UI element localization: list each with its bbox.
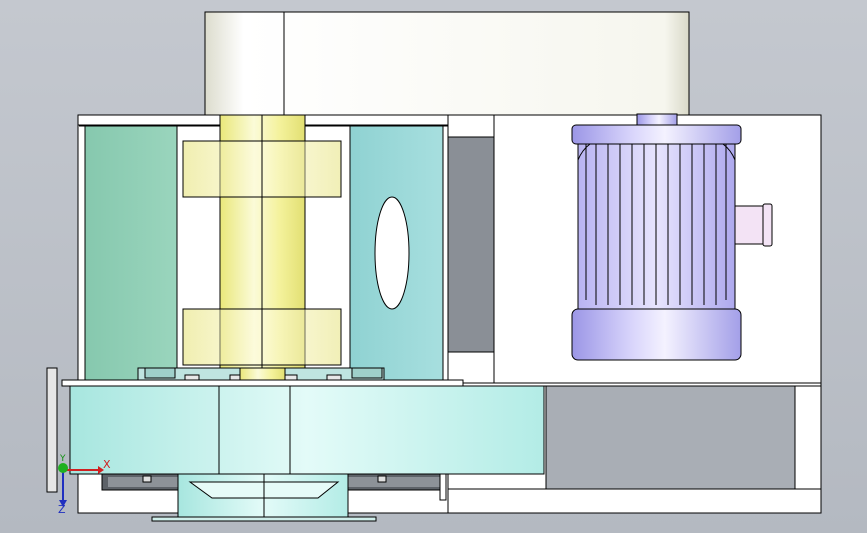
cad-graphics-viewport[interactable]: X Y Z: [0, 0, 867, 533]
y-axis-label: Y: [60, 454, 66, 464]
left-side-panel[interactable]: [84, 125, 178, 383]
fan-assembly-model[interactable]: [0, 0, 867, 533]
motor-terminal-box[interactable]: [734, 205, 766, 245]
z-axis-label: Z: [58, 503, 66, 516]
lower-pulley[interactable]: [182, 308, 342, 366]
inspection-port-oval[interactable]: [374, 196, 410, 310]
x-axis-label: X: [103, 458, 111, 471]
upper-pulley[interactable]: [182, 140, 342, 198]
right-side-panel[interactable]: [349, 125, 448, 383]
top-hood[interactable]: [204, 11, 690, 116]
outlet-nozzle[interactable]: [151, 473, 377, 522]
